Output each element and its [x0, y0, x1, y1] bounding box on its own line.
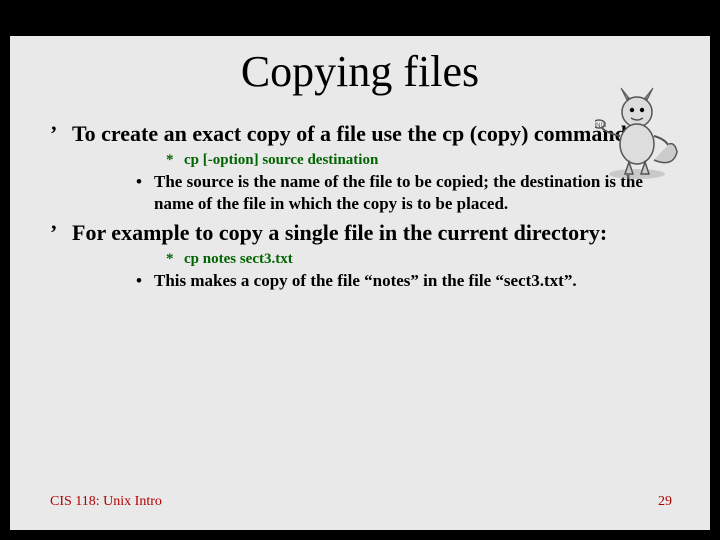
bullet-mark-icon: ’ [50, 220, 72, 246]
bullet-level1: ’ For example to copy a single file in t… [50, 220, 680, 246]
footer-left: CIS 118: Unix Intro [50, 494, 162, 510]
slide-footer: CIS 118: Unix Intro 29 [10, 494, 710, 510]
bullet-text: For example to copy a single file in the… [72, 220, 680, 246]
bullet-level1: ’ To create an exact copy of a file use … [50, 121, 680, 147]
slide: Copying files UNIX ’ To create an exact … [0, 0, 720, 540]
bullet-text: This makes a copy of the file “notes” in… [154, 270, 680, 291]
bullet-text: To create an exact copy of a file use th… [72, 121, 680, 147]
bullet-level2-code: * cp notes sect3.txt [166, 250, 680, 268]
svg-text:UNIX: UNIX [595, 123, 606, 129]
bullet-mark-icon: ’ [50, 121, 72, 147]
dot-icon: • [136, 171, 154, 192]
bullet-level3: • This makes a copy of the file “notes” … [136, 270, 680, 291]
dot-icon: • [136, 270, 154, 291]
asterisk-icon: * [166, 151, 184, 169]
bsd-daemon-icon: UNIX [595, 86, 680, 181]
asterisk-icon: * [166, 250, 184, 268]
slide-number: 29 [658, 494, 672, 510]
bullet-text: cp notes sect3.txt [184, 250, 680, 268]
